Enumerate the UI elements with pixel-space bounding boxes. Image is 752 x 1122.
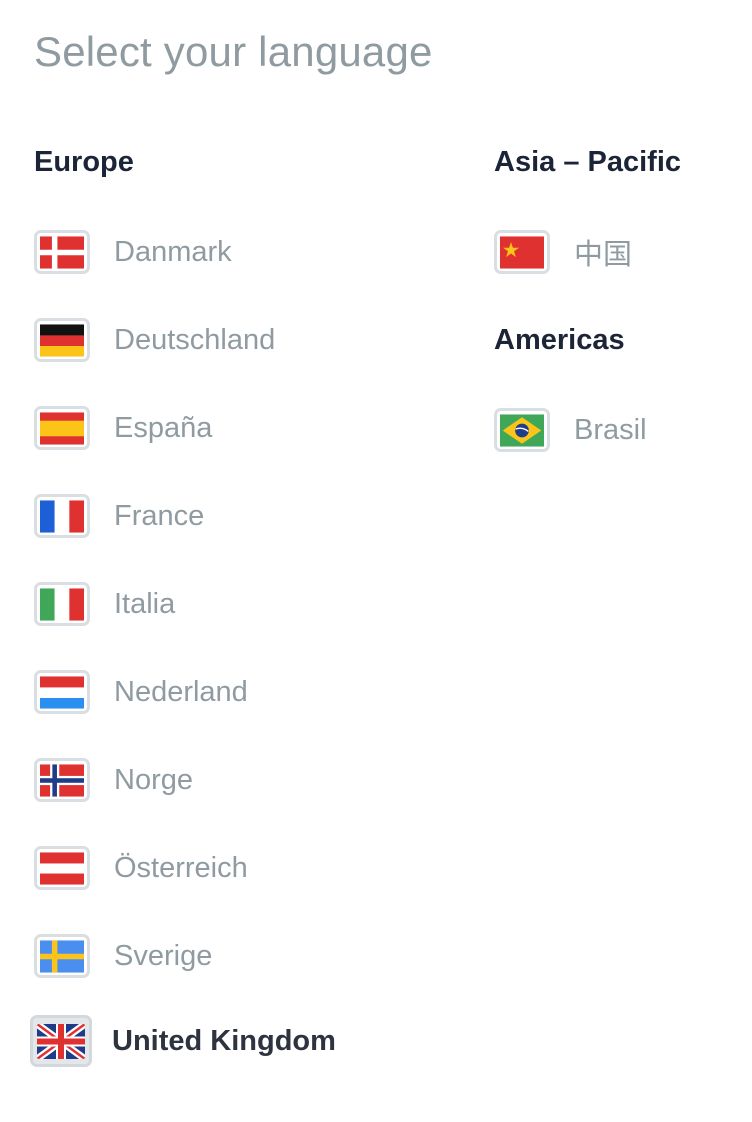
region-heading-asia-pacific: Asia – Pacific xyxy=(494,146,681,178)
austria-flag-icon xyxy=(34,846,90,890)
page-title: Select your language xyxy=(34,28,433,75)
language-option-osterreich[interactable]: Österreich xyxy=(34,842,248,894)
language-label: Deutschland xyxy=(114,323,276,356)
denmark-flag-icon xyxy=(34,230,90,274)
language-option-france[interactable]: France xyxy=(34,490,204,542)
language-option-norge[interactable]: Norge xyxy=(34,754,193,806)
china-flag-icon xyxy=(494,230,550,274)
spain-flag-icon xyxy=(34,406,90,450)
region-heading-europe: Europe xyxy=(34,146,134,178)
language-option-brasil[interactable]: Brasil xyxy=(494,404,647,456)
germany-flag-icon xyxy=(34,318,90,362)
language-label: España xyxy=(114,411,213,444)
language-option-china[interactable]: 中国 xyxy=(494,226,632,278)
language-option-sverige[interactable]: Sverige xyxy=(34,930,212,982)
language-option-united-kingdom[interactable]: United Kingdom xyxy=(30,1015,336,1067)
sweden-flag-icon xyxy=(34,934,90,978)
italy-flag-icon xyxy=(34,582,90,626)
brazil-flag-icon xyxy=(494,408,550,452)
language-label: Österreich xyxy=(114,851,248,884)
region-heading-americas: Americas xyxy=(494,324,625,356)
language-label: Brasil xyxy=(574,413,647,446)
united-kingdom-flag-icon xyxy=(30,1015,92,1067)
language-label: Norge xyxy=(114,763,193,796)
france-flag-icon xyxy=(34,494,90,538)
language-option-nederland[interactable]: Nederland xyxy=(34,666,248,718)
language-label: Italia xyxy=(114,587,176,620)
language-option-espana[interactable]: España xyxy=(34,402,212,454)
language-label: 中国 xyxy=(574,239,633,271)
language-label: Danmark xyxy=(114,235,232,268)
language-option-deutschland[interactable]: Deutschland xyxy=(34,314,275,366)
netherlands-flag-icon xyxy=(34,670,90,714)
language-label: Sverige xyxy=(114,939,213,972)
language-label: France xyxy=(114,499,205,532)
language-label: Nederland xyxy=(114,675,248,708)
language-option-danmark[interactable]: Danmark xyxy=(34,226,232,278)
language-option-italia[interactable]: Italia xyxy=(34,578,175,630)
norway-flag-icon xyxy=(34,758,90,802)
language-label: United Kingdom xyxy=(112,1024,336,1057)
